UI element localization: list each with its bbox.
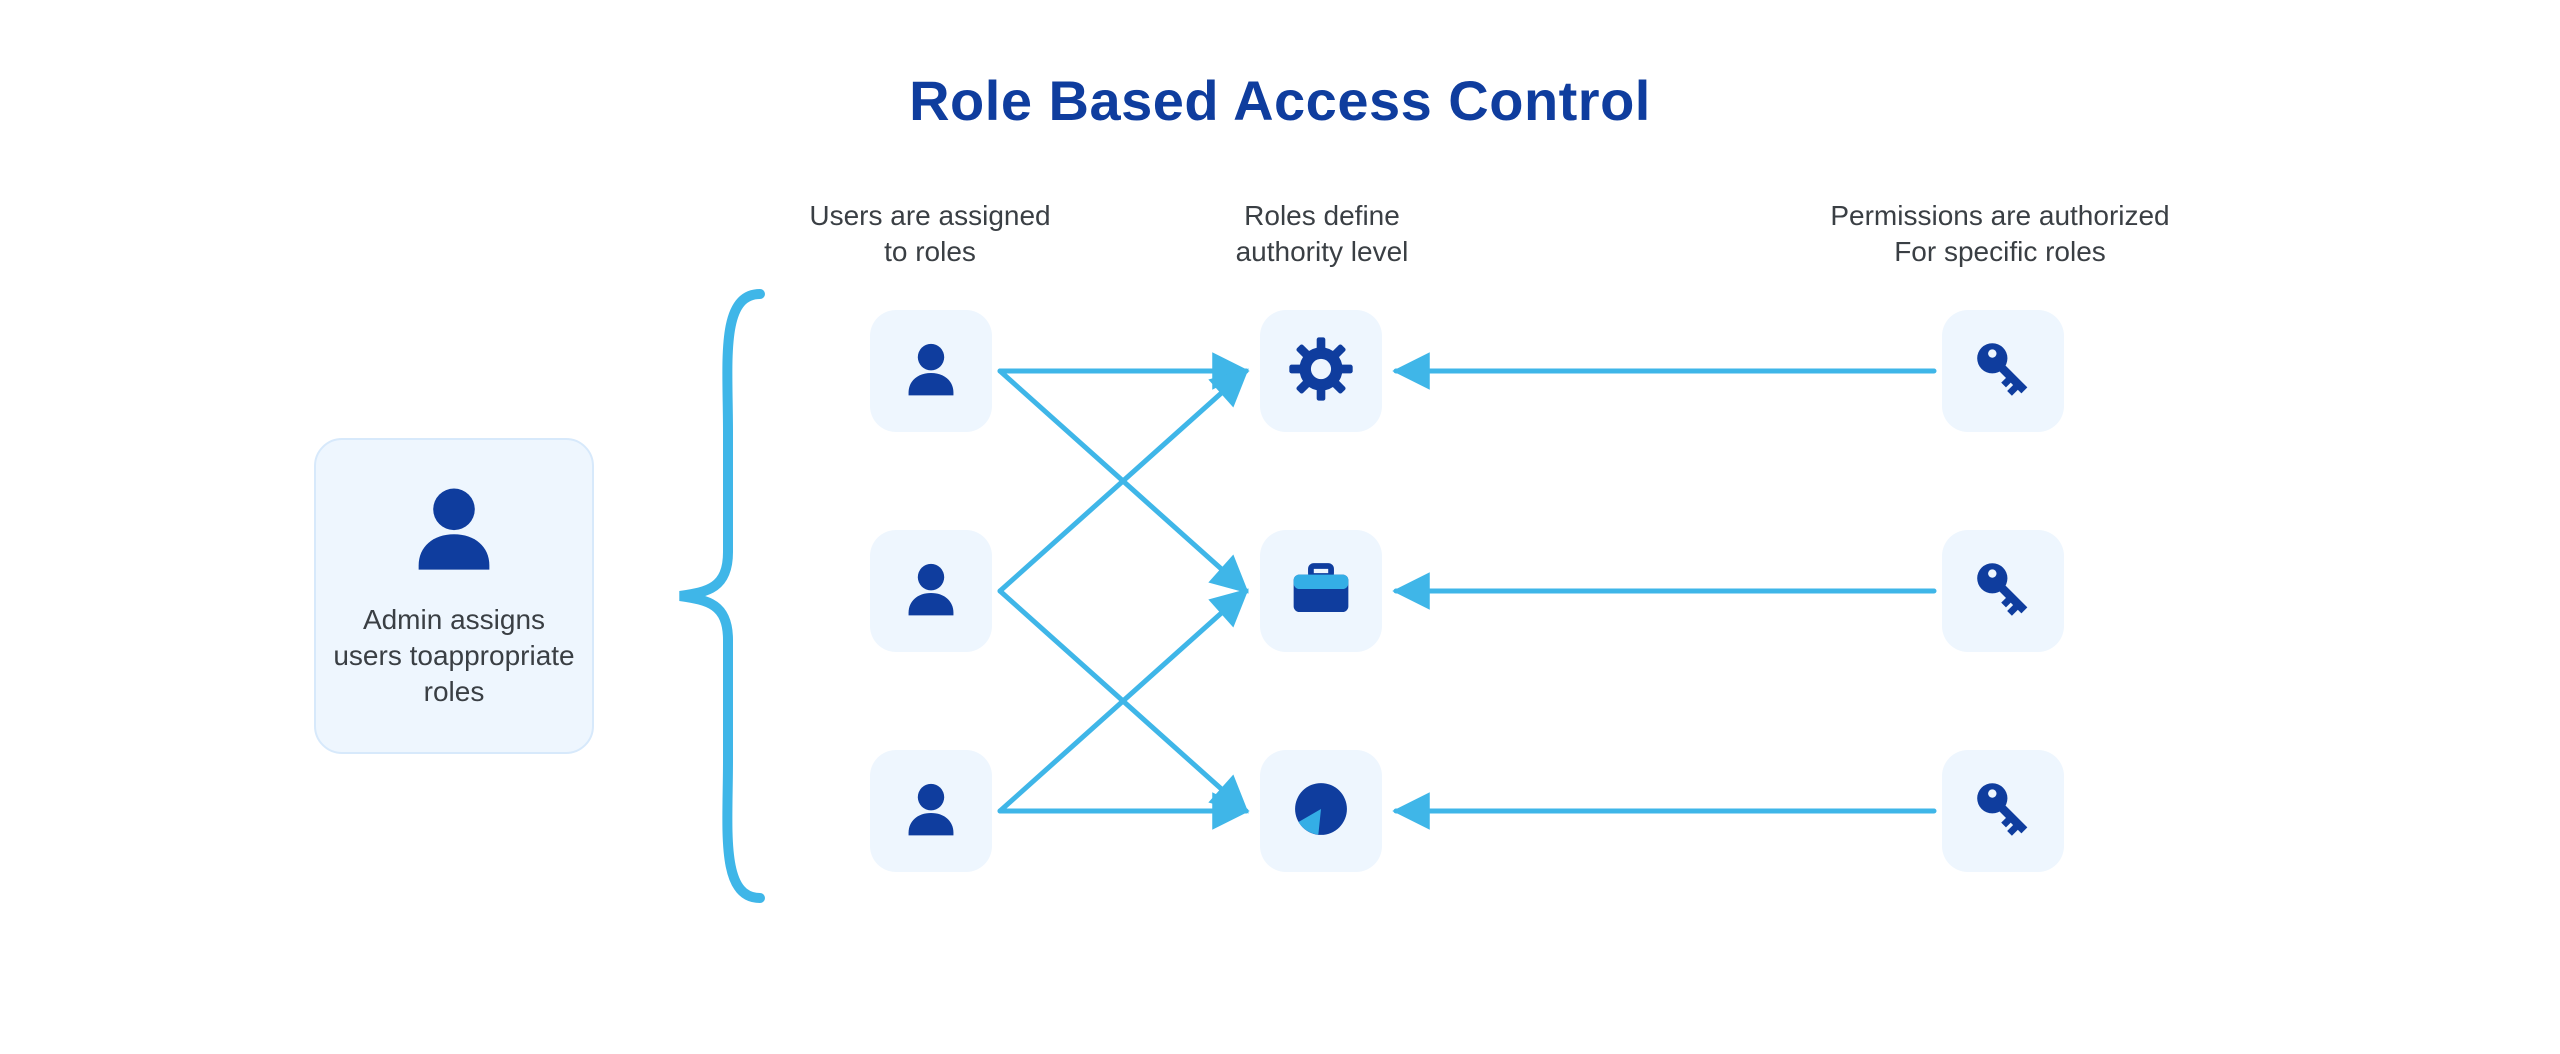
arrows-layer (0, 0, 2560, 1054)
